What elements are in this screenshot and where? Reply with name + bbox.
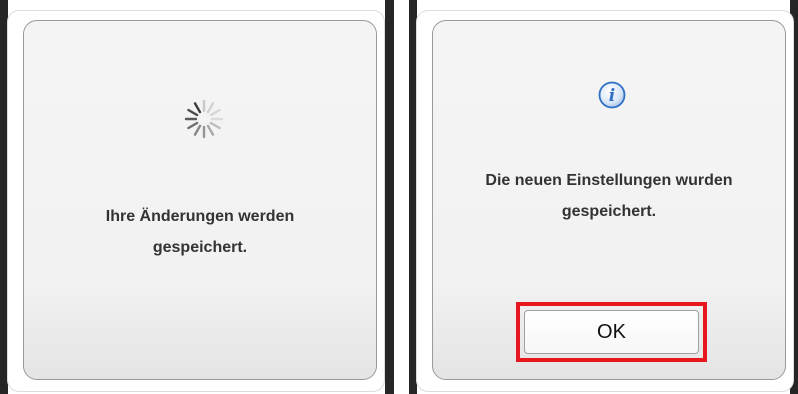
loading-spinner-icon: [184, 99, 224, 139]
backdrop-center-left: [385, 0, 394, 394]
saving-dialog-body: Ihre Änderungen werden gespeichert.: [23, 20, 377, 380]
svg-text:i: i: [609, 86, 615, 106]
saving-message-line1: Ihre Änderungen werden: [105, 208, 295, 225]
saved-message-line2: gespeichert.: [561, 203, 657, 220]
ok-button[interactable]: OK: [524, 310, 699, 354]
saving-message-line2: gespeichert.: [152, 239, 248, 256]
saved-message-line1: Die neuen Einstellungen wurden: [485, 172, 733, 189]
info-icon: i: [598, 81, 626, 109]
